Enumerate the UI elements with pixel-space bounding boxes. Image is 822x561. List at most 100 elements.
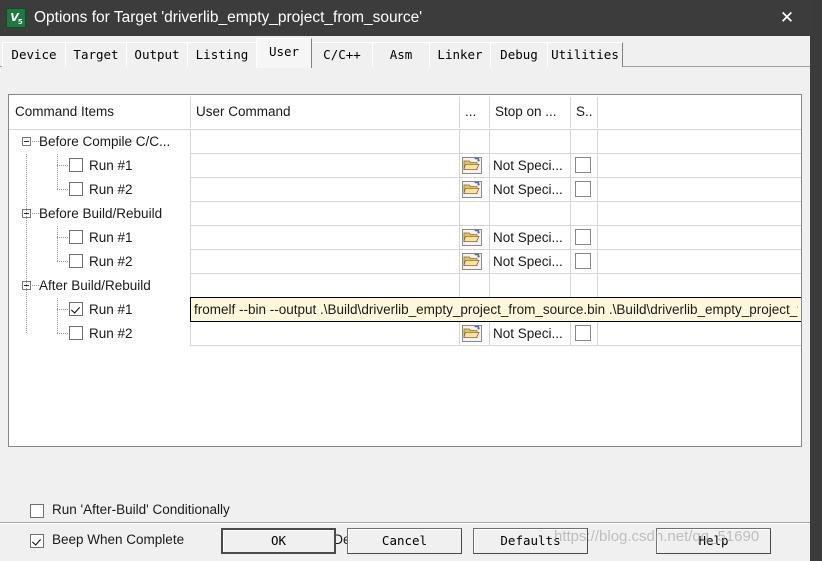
user-command-edit-cell[interactable]: [190, 297, 801, 322]
cell-separator: [190, 154, 191, 178]
tree-trunk-line: [26, 250, 27, 274]
beep-when-complete-row[interactable]: Beep When Complete: [30, 532, 185, 548]
grid-header-command-items[interactable]: Command Items: [9, 95, 190, 129]
run-enable-checkbox[interactable]: [69, 230, 83, 244]
tab-c-c[interactable]: C/C++: [311, 42, 373, 67]
stop-on-enable-checkbox[interactable]: [575, 157, 591, 173]
tab-asm[interactable]: Asm: [372, 42, 430, 67]
tab-utilities[interactable]: Utilities: [547, 42, 623, 67]
tree-connector: [57, 333, 69, 334]
cell-separator: [459, 226, 460, 250]
grid-column-separator[interactable]: [570, 97, 571, 128]
tab-output[interactable]: Output: [126, 42, 188, 67]
footer-divider: [0, 522, 810, 524]
table-row[interactable]: Run #2 Not Speci...: [9, 250, 801, 274]
table-row[interactable]: After Build/Rebuild: [9, 274, 801, 298]
cell-separator: [597, 202, 598, 226]
tab-label: Output: [134, 47, 180, 62]
run-after-build-conditionally-checkbox[interactable]: [30, 504, 44, 518]
stop-on-enable-checkbox[interactable]: [575, 181, 591, 197]
table-row[interactable]: Run #2 Not Speci...: [9, 322, 801, 346]
cell-separator: [489, 202, 490, 226]
command-group-label: After Build/Rebuild: [39, 278, 151, 293]
cell-separator: [597, 322, 598, 346]
cell-separator: [570, 130, 571, 154]
run-enable-checkbox[interactable]: [69, 182, 83, 196]
cancel-button[interactable]: Cancel: [347, 528, 462, 554]
cell-separator: [489, 226, 490, 250]
grid-header-user-command[interactable]: User Command: [190, 95, 459, 129]
stop-on-enable-checkbox[interactable]: [575, 253, 591, 269]
tree-connector: [57, 165, 69, 166]
tab-label: Target: [73, 47, 119, 62]
tree-connector: [57, 261, 69, 262]
cell-separator: [570, 202, 571, 226]
cell-separator: [190, 178, 191, 202]
run-enable-checkbox[interactable]: [69, 158, 83, 172]
run-enable-checkbox[interactable]: [69, 326, 83, 340]
cell-separator: [489, 250, 490, 274]
dialog-client-area: Command Items User Command... Stop on ... S…: [0, 67, 810, 561]
grid-column-separator[interactable]: [597, 97, 598, 128]
run-enable-checkbox[interactable]: [69, 254, 83, 268]
close-icon[interactable]: ✕: [764, 0, 810, 36]
tab-target[interactable]: Target: [65, 42, 127, 67]
stop-on-enable-checkbox[interactable]: [575, 229, 591, 245]
cell-separator: [190, 226, 191, 250]
folder-open-icon[interactable]: [462, 325, 482, 343]
stop-on-value[interactable]: Not Speci...: [493, 154, 563, 178]
cell-separator: [597, 154, 598, 178]
cell-separator: [459, 130, 460, 154]
stop-on-enable-checkbox[interactable]: [575, 325, 591, 341]
table-row[interactable]: Run #1 Not Speci...: [9, 226, 801, 250]
cell-separator: [190, 130, 191, 154]
logo-subscript: 5: [17, 18, 23, 27]
grid-column-separator[interactable]: [459, 97, 460, 128]
table-row[interactable]: Before Compile C/C...: [9, 130, 801, 154]
tab-listing[interactable]: Listing: [187, 42, 257, 67]
grid-header-s[interactable]: S..: [570, 95, 597, 129]
tab-debug[interactable]: Debug: [490, 42, 548, 67]
grid-column-separator[interactable]: [489, 97, 490, 128]
stop-on-value[interactable]: Not Speci...: [493, 250, 563, 274]
run-after-build-conditionally-row[interactable]: Run 'After-Build' Conditionally: [30, 502, 230, 518]
tab-user[interactable]: User: [256, 38, 312, 68]
folder-open-icon[interactable]: [462, 253, 482, 271]
defaults-button[interactable]: Defaults: [473, 528, 588, 554]
logo-letter: V: [10, 11, 18, 24]
help-button[interactable]: Help: [656, 528, 771, 554]
grid-header-[interactable]: ...: [459, 95, 489, 129]
tree-trunk-line: [26, 226, 27, 250]
folder-open-icon[interactable]: [462, 181, 482, 199]
beep-when-complete-label: Beep When Complete: [52, 532, 185, 547]
folder-open-icon[interactable]: [462, 229, 482, 247]
ok-button[interactable]: OK: [221, 528, 336, 554]
cell-separator: [489, 130, 490, 154]
grid-header-stop-on[interactable]: Stop on ...: [489, 95, 570, 129]
folder-open-icon[interactable]: [462, 157, 482, 175]
cell-separator: [489, 178, 490, 202]
stop-on-value[interactable]: Not Speci...: [493, 226, 563, 250]
run-enable-checkbox[interactable]: [69, 302, 83, 316]
tree-connector: [57, 237, 69, 238]
cell-separator: [190, 250, 191, 274]
beep-when-complete-checkbox[interactable]: [30, 534, 44, 548]
tree-expander-icon[interactable]: [22, 137, 31, 146]
table-row[interactable]: Run #2 Not Speci...: [9, 178, 801, 202]
grid-column-separator[interactable]: [190, 97, 191, 128]
command-run-label: Run #1: [89, 302, 133, 317]
tab-label: Asm: [389, 47, 413, 62]
tab-device[interactable]: Device: [2, 42, 66, 67]
cell-separator: [570, 274, 571, 298]
tree-trunk-line: [26, 298, 27, 322]
stop-on-value[interactable]: Not Speci...: [493, 322, 563, 346]
cell-separator: [570, 178, 571, 202]
table-row[interactable]: Run #1 Not Speci...: [9, 154, 801, 178]
table-row[interactable]: Before Build/Rebuild: [9, 202, 801, 226]
command-run-label: Run #2: [89, 254, 133, 269]
tab-linker[interactable]: Linker: [429, 42, 491, 67]
tab-label: C/C++: [323, 47, 361, 62]
cell-separator: [190, 202, 191, 226]
user-command-input[interactable]: [191, 298, 801, 321]
stop-on-value[interactable]: Not Speci...: [493, 178, 563, 202]
